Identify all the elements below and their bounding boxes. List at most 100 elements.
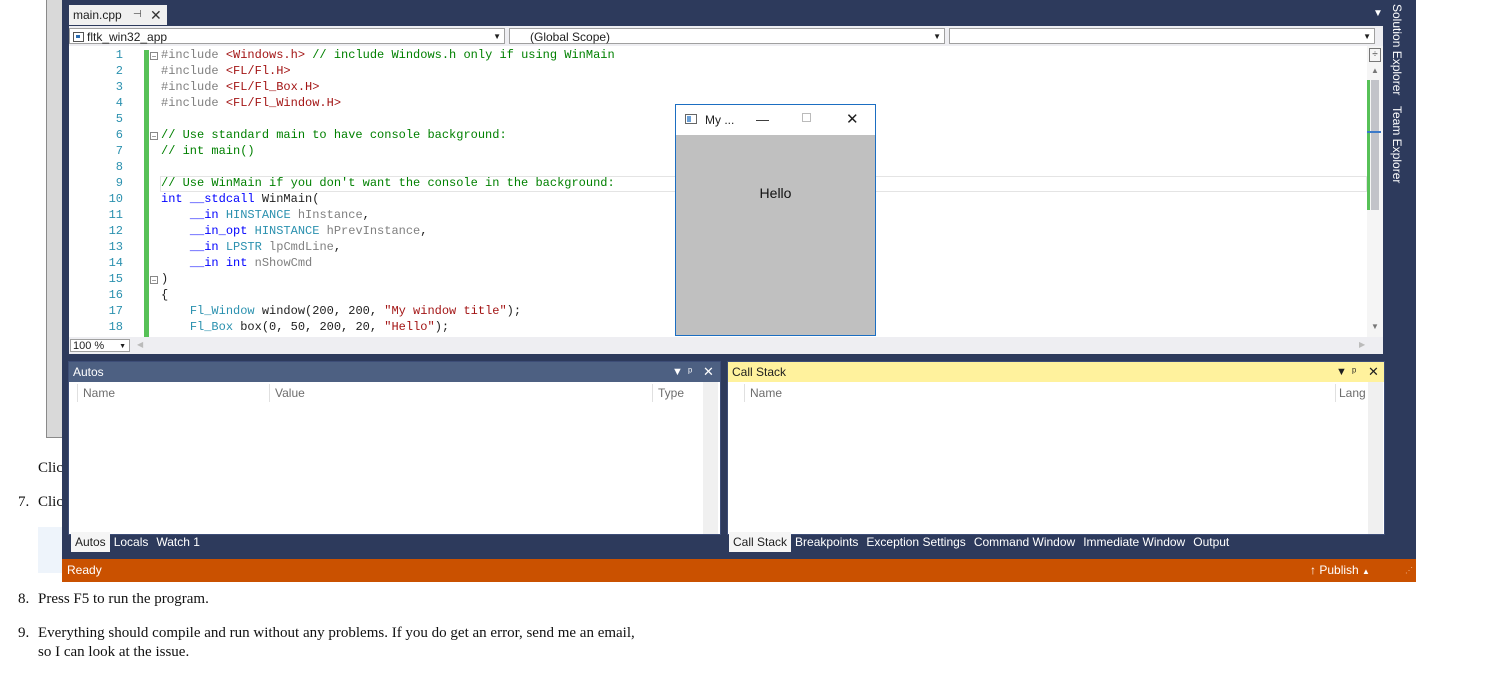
- scrollbar-thumb[interactable]: [1371, 80, 1379, 210]
- code-line: #include <Windows.h> // include Windows.…: [161, 48, 615, 62]
- column-separator: [77, 384, 78, 402]
- solution-explorer-tab[interactable]: Solution Explorer: [1390, 4, 1404, 95]
- tab-call-stack[interactable]: Call Stack: [729, 532, 792, 552]
- close-icon[interactable]: ✕: [846, 105, 859, 135]
- doc-step9-line2: so I can look at the issue.: [38, 644, 190, 660]
- code-line: ): [161, 272, 169, 286]
- column-separator[interactable]: [269, 384, 270, 402]
- dropdown-icon[interactable]: ▼: [672, 362, 683, 382]
- tab-breakpoints[interactable]: Breakpoints: [791, 532, 862, 552]
- fltk-app-window: My ... — ✕ Hello: [675, 104, 876, 336]
- scroll-up-icon[interactable]: ▲: [1371, 66, 1379, 75]
- project-icon: [73, 32, 84, 42]
- collapse-icon[interactable]: −: [150, 132, 158, 141]
- autos-scrollbar[interactable]: [703, 382, 718, 534]
- line-number: 15: [108, 272, 123, 286]
- fltk-title-bar[interactable]: My ... — ✕: [676, 105, 875, 135]
- scope-name: (Global Scope): [530, 30, 611, 44]
- editor-tab-main-cpp[interactable]: main.cpp ⊣ ✕: [69, 5, 167, 25]
- column-header-type[interactable]: Type: [658, 386, 684, 400]
- tab-immediate-window[interactable]: Immediate Window: [1079, 532, 1189, 552]
- call-stack-pane: Call Stack ▼ ᵖ ✕ Name Lang: [727, 361, 1385, 535]
- code-line: // Use WinMain if you don't want the con…: [161, 176, 615, 190]
- call-stack-title-bar[interactable]: Call Stack ▼ ᵖ ✕: [728, 362, 1384, 382]
- fltk-box-label: Hello: [759, 185, 792, 201]
- side-panel-indicator: [1367, 131, 1381, 133]
- zoom-dropdown[interactable]: 100 % ▼: [70, 339, 130, 352]
- close-icon[interactable]: ✕: [703, 362, 714, 382]
- collapse-icon[interactable]: −: [150, 52, 158, 61]
- autos-title-bar[interactable]: Autos ▼ ᵖ ✕: [69, 362, 720, 382]
- line-number: 1: [115, 48, 123, 62]
- chevron-down-icon: ▼: [493, 32, 501, 41]
- editor-vertical-scrollbar[interactable]: ÷ ▲ ▼: [1367, 46, 1383, 337]
- call-stack-tab-strip: Call Stack Breakpoints Exception Settings C…: [729, 532, 1233, 552]
- chevron-down-icon: ▼: [1363, 32, 1371, 41]
- code-line: __in int nShowCmd: [189, 256, 313, 270]
- tab-output[interactable]: Output: [1189, 532, 1233, 552]
- column-header-language[interactable]: Lang: [1339, 386, 1366, 400]
- tab-watch-1[interactable]: Watch 1: [152, 532, 204, 552]
- close-icon[interactable]: ✕: [150, 5, 162, 25]
- pin-icon[interactable]: ᵖ: [688, 362, 692, 382]
- scroll-down-icon[interactable]: ▼: [1371, 322, 1379, 331]
- line-number: 16: [108, 288, 123, 302]
- line-number: 12: [108, 224, 123, 238]
- collapse-icon[interactable]: −: [150, 276, 158, 285]
- tab-command-window[interactable]: Command Window: [970, 532, 1079, 552]
- tab-overflow-chevron-icon[interactable]: ▼: [1373, 8, 1383, 19]
- code-line: __in LPSTR lpCmdLine,: [189, 240, 342, 254]
- code-line: #include <FL/Fl_Box.H>: [161, 80, 320, 94]
- code-line: #include <FL/Fl_Window.H>: [161, 96, 342, 110]
- team-explorer-tab[interactable]: Team Explorer: [1390, 106, 1404, 183]
- editor-horizontal-bar: 100 % ▼ ◀ ▶: [69, 337, 1383, 354]
- line-number: 3: [115, 80, 123, 94]
- column-header-name[interactable]: Name: [750, 386, 782, 400]
- code-line: // Use standard main to have console bac…: [161, 128, 507, 142]
- doc-step9-number: 9.: [18, 625, 30, 641]
- line-number: 8: [115, 160, 123, 174]
- project-dropdown[interactable]: fltk_win32_app ▼: [69, 28, 505, 44]
- tab-locals[interactable]: Locals: [110, 532, 153, 552]
- doc-step9-line1: Everything should compile and run withou…: [38, 625, 635, 641]
- column-header-name[interactable]: Name: [83, 386, 115, 400]
- scroll-right-icon[interactable]: ▶: [1359, 340, 1365, 349]
- navigation-bar: fltk_win32_app ▼ (Global Scope) ▼ ▼: [69, 26, 1383, 46]
- chevron-down-icon: ▼: [933, 32, 941, 41]
- minimize-icon[interactable]: —: [756, 105, 769, 135]
- line-number: 14: [108, 256, 123, 270]
- call-stack-title: Call Stack: [732, 365, 787, 379]
- split-icon[interactable]: ÷: [1369, 48, 1381, 62]
- column-separator[interactable]: [1335, 384, 1336, 402]
- line-number: 4: [115, 96, 123, 110]
- scope-dropdown[interactable]: (Global Scope) ▼: [509, 28, 945, 44]
- doc-fragment-1: Clic: [38, 460, 63, 476]
- publish-button[interactable]: ↑ Publish ▲: [1310, 559, 1370, 583]
- doc-fragment-2: Clic: [38, 494, 63, 510]
- scroll-left-icon[interactable]: ◀: [137, 340, 143, 349]
- publish-label: Publish: [1319, 563, 1359, 577]
- column-separator[interactable]: [652, 384, 653, 402]
- line-number: 5: [115, 112, 123, 126]
- pin-icon[interactable]: ⊣: [133, 5, 142, 25]
- zoom-value: 100 %: [73, 340, 105, 352]
- pin-icon[interactable]: ᵖ: [1352, 362, 1356, 382]
- code-line: // int main(): [161, 144, 255, 158]
- column-header-value[interactable]: Value: [275, 386, 305, 400]
- tab-autos[interactable]: Autos: [71, 532, 110, 552]
- autos-title: Autos: [73, 365, 104, 379]
- code-line: __in_opt HINSTANCE hPrevInstance,: [189, 224, 428, 238]
- line-number: 6: [115, 128, 123, 142]
- tab-exception-settings[interactable]: Exception Settings: [862, 532, 969, 552]
- code-line: int __stdcall WinMain(: [161, 192, 320, 206]
- close-icon[interactable]: ✕: [1368, 362, 1379, 382]
- resize-grip-icon[interactable]: ⋰: [1405, 559, 1413, 582]
- doc-note-box: [38, 527, 64, 573]
- column-separator: [744, 384, 745, 402]
- status-text: Ready: [67, 563, 102, 577]
- tab-label: main.cpp: [73, 8, 122, 22]
- member-dropdown[interactable]: ▼: [949, 28, 1375, 44]
- call-stack-scrollbar[interactable]: [1368, 382, 1383, 534]
- maximize-icon[interactable]: [802, 113, 811, 122]
- dropdown-icon[interactable]: ▼: [1336, 362, 1347, 382]
